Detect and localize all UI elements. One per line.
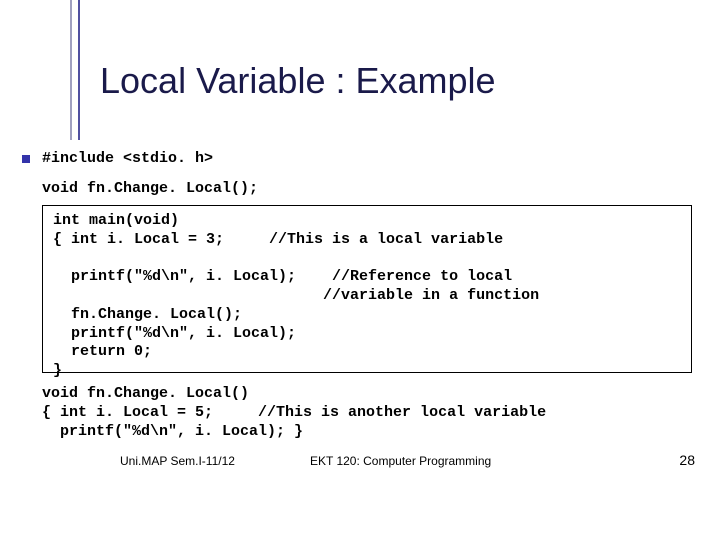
code-include: #include <stdio. h> xyxy=(42,150,213,167)
slide-title: Local Variable : Example xyxy=(100,60,496,102)
decor-line-dark xyxy=(78,0,80,140)
page-number: 28 xyxy=(679,452,695,468)
footer-center: EKT 120: Computer Programming xyxy=(310,454,491,468)
code-main-box: int main(void) { int i. Local = 3; //Thi… xyxy=(42,205,692,373)
code-prototype: void fn.Change. Local(); xyxy=(42,180,258,197)
footer-left: Uni.MAP Sem.I-11/12 xyxy=(120,454,235,468)
decor-line-light xyxy=(70,0,72,140)
bullet-icon xyxy=(22,155,30,163)
code-func-block: void fn.Change. Local() { int i. Local =… xyxy=(42,385,546,441)
